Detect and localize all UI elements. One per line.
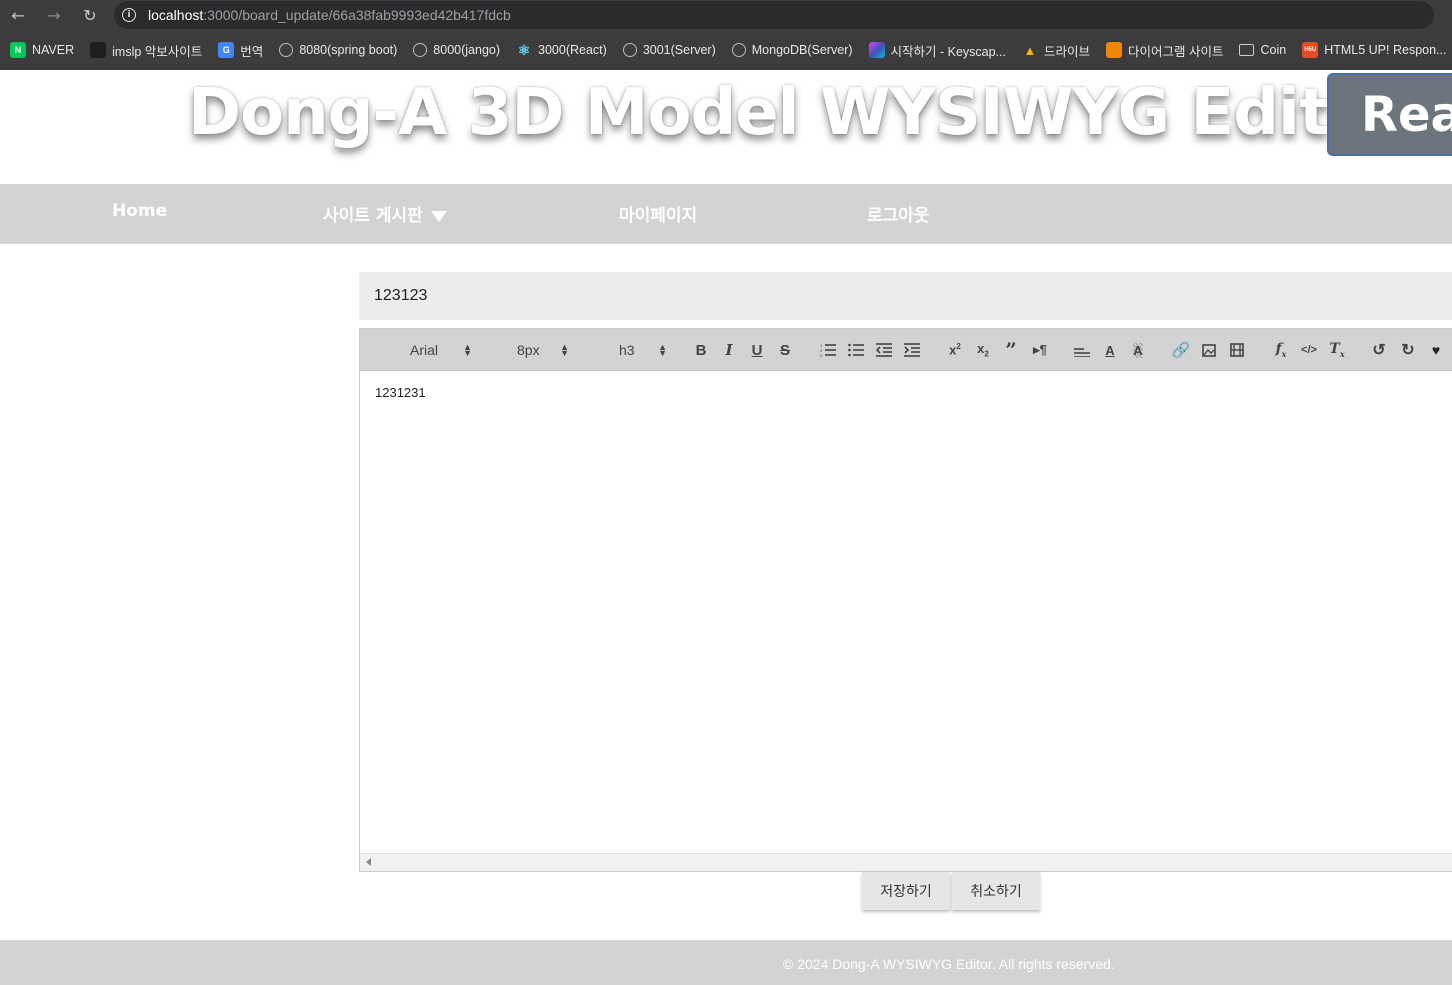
bookmark-drive[interactable]: ▲ 드라이브 bbox=[1022, 41, 1090, 60]
react-icon: ⚛ bbox=[517, 41, 531, 58]
size-picker-label: 8px bbox=[517, 342, 540, 358]
post-title-input[interactable]: 123123 bbox=[359, 272, 1452, 320]
globe-icon bbox=[413, 43, 428, 57]
html5up-icon: H5U bbox=[1302, 42, 1319, 58]
svg-text:3: 3 bbox=[820, 353, 823, 357]
footer: © 2024 Dong-A WYSIWYG Editor. All rights… bbox=[0, 940, 1452, 985]
superscript-icon[interactable]: x2 bbox=[945, 329, 965, 371]
globe-icon bbox=[279, 43, 294, 57]
bookmark-imslp[interactable]: imslp 악보사이트 bbox=[90, 41, 202, 60]
editor-toolbar: Arial ▲ ▼ 8px ▲ ▼ h3 ▲ ▼ B I U S 123 x2 x2 ” ▸… bbox=[360, 329, 1452, 371]
browser-address-bar: ← → ↻ i localhost:3000/board_update/66a3… bbox=[0, 0, 1452, 30]
reload-icon[interactable]: ↻ bbox=[72, 0, 108, 30]
imslp-icon bbox=[90, 42, 107, 58]
forward-arrow-icon[interactable]: → bbox=[36, 0, 72, 30]
bullet-list-icon[interactable] bbox=[846, 329, 866, 371]
underline-icon[interactable]: U bbox=[747, 329, 767, 371]
back-arrow-icon[interactable]: ← bbox=[0, 0, 36, 30]
header-picker-label: h3 bbox=[619, 342, 635, 358]
naver-icon: N bbox=[10, 42, 26, 58]
updown-icon: ▲ ▼ bbox=[560, 342, 569, 358]
url-text: localhost:3000/board_update/66a38fab9993… bbox=[148, 7, 511, 23]
clear-format-icon[interactable]: Tx bbox=[1326, 329, 1348, 371]
cancel-button[interactable]: 취소하기 bbox=[952, 872, 1040, 910]
page: Dong-A 3D Model WYSIWYG Editor Read Home… bbox=[0, 70, 1452, 985]
video-icon[interactable] bbox=[1227, 329, 1247, 371]
bookmark-8000[interactable]: 8000(jango) bbox=[413, 43, 500, 57]
bookmark-html5up[interactable]: H5U HTML5 UP! Respon... bbox=[1302, 42, 1446, 58]
bookmark-3000[interactable]: ⚛ 3000(React) bbox=[516, 42, 607, 58]
caret-down-icon bbox=[430, 210, 447, 222]
blockquote-icon[interactable]: ” bbox=[1001, 329, 1021, 371]
align-icon[interactable] bbox=[1072, 329, 1092, 371]
bookmark-coin[interactable]: Coin bbox=[1239, 43, 1286, 57]
bookmark-mongodb[interactable]: MongoDB(Server) bbox=[731, 43, 853, 57]
updown-icon: ▲ ▼ bbox=[658, 342, 667, 358]
bookmark-naver[interactable]: N NAVER bbox=[10, 42, 74, 58]
updown-icon: ▲ ▼ bbox=[463, 342, 472, 358]
link-icon[interactable]: 🔗 bbox=[1171, 329, 1191, 371]
ordered-list-icon[interactable]: 123 bbox=[818, 329, 838, 371]
scroll-left-icon[interactable] bbox=[366, 858, 371, 866]
url-field[interactable]: i localhost:3000/board_update/66a38fab99… bbox=[114, 1, 1434, 29]
background-color-icon[interactable]: A bbox=[1128, 329, 1148, 371]
nav-board-label: 사이트 게시판 bbox=[323, 206, 423, 226]
undo-icon[interactable]: ↺ bbox=[1369, 329, 1389, 371]
bookmark-3001[interactable]: 3001(Server) bbox=[622, 43, 716, 57]
code-block-icon[interactable]: </> bbox=[1298, 329, 1320, 371]
page-title: Dong-A 3D Model WYSIWYG Editor bbox=[188, 76, 1403, 150]
save-button[interactable]: 저장하기 bbox=[862, 872, 950, 910]
site-info-icon[interactable]: i bbox=[122, 8, 136, 22]
indent-icon[interactable] bbox=[902, 329, 922, 371]
text-direction-icon[interactable]: ▸¶ bbox=[1029, 329, 1051, 371]
diagram-icon bbox=[1106, 42, 1122, 58]
header-picker[interactable]: h3 ▲ ▼ bbox=[619, 329, 667, 371]
formula-icon[interactable]: fx bbox=[1270, 329, 1292, 371]
outdent-icon[interactable] bbox=[874, 329, 894, 371]
redo-icon[interactable]: ↻ bbox=[1398, 329, 1418, 371]
strike-icon[interactable]: S bbox=[775, 329, 795, 371]
footer-copyright: © 2024 Dong-A WYSIWYG Editor. All rights… bbox=[783, 956, 1115, 972]
bookmark-8080[interactable]: 8080(spring boot) bbox=[279, 43, 397, 57]
bookmark-diagram[interactable]: 다이어그램 사이트 bbox=[1106, 41, 1223, 60]
keyscape-icon bbox=[868, 42, 885, 58]
bookmark-translate[interactable]: G 번역 bbox=[218, 41, 263, 60]
nav-logout[interactable]: 로그아웃 bbox=[867, 201, 930, 226]
globe-icon bbox=[622, 43, 637, 57]
horizontal-scrollbar[interactable] bbox=[360, 853, 1452, 871]
subscript-icon[interactable]: x2 bbox=[973, 329, 993, 371]
image-icon[interactable] bbox=[1199, 329, 1219, 371]
bookmarks-bar: N NAVER imslp 악보사이트 G 번역 8080(spring boot)… bbox=[0, 30, 1452, 70]
editor-content[interactable]: 1231231 bbox=[360, 371, 1452, 853]
read-button[interactable]: Read bbox=[1327, 73, 1452, 156]
font-picker[interactable]: Arial ▲ ▼ bbox=[410, 329, 472, 371]
folder-icon bbox=[1239, 44, 1255, 56]
rich-text-editor: Arial ▲ ▼ 8px ▲ ▼ h3 ▲ ▼ B I U S 123 x2 x2 ” ▸… bbox=[359, 328, 1452, 872]
size-picker[interactable]: 8px ▲ ▼ bbox=[517, 329, 569, 371]
italic-icon[interactable]: I bbox=[719, 329, 739, 371]
nav-board[interactable]: 사이트 게시판 bbox=[323, 201, 447, 226]
bookmark-keyscape[interactable]: 시작하기 - Keyscap... bbox=[868, 41, 1006, 60]
drive-icon: ▲ bbox=[1023, 42, 1037, 58]
heart-icon[interactable]: ♥ bbox=[1426, 329, 1446, 371]
main-nav: Home 사이트 게시판 마이페이지 로그아웃 bbox=[0, 184, 1452, 244]
bold-icon[interactable]: B bbox=[691, 329, 711, 371]
translate-icon: G bbox=[218, 42, 235, 58]
globe-icon bbox=[731, 43, 746, 57]
nav-mypage[interactable]: 마이페이지 bbox=[619, 201, 697, 226]
text-color-icon[interactable]: A bbox=[1100, 329, 1120, 371]
nav-home[interactable]: Home bbox=[112, 201, 167, 221]
font-picker-label: Arial bbox=[410, 342, 439, 358]
